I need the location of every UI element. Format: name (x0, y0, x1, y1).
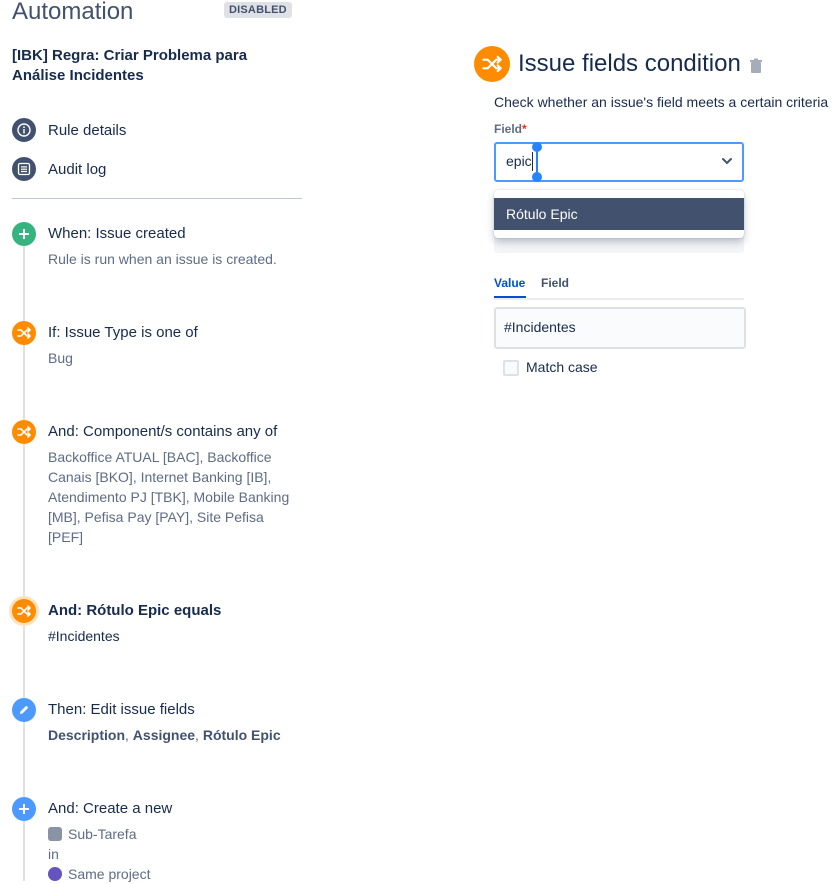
rule-details-label: Rule details (48, 121, 127, 139)
field-label: Field* (494, 122, 527, 136)
rule-details-link[interactable]: Rule details (12, 118, 126, 142)
shuffle-icon (12, 420, 36, 444)
active-tab-indicator (494, 296, 526, 298)
project-avatar-icon (48, 867, 62, 881)
step-description: #Incidentes (48, 628, 120, 644)
field-select-value: epic (506, 153, 532, 169)
match-case-checkbox[interactable] (503, 360, 519, 376)
panel-description: Check whether an issue's field meets a c… (494, 94, 829, 110)
step-condition-rotulo-epic[interactable]: And: Rótulo Epic equals #Incidentes (12, 599, 302, 644)
step-action-create[interactable]: And: Create a new Sub-Tarefa in Same pro… (12, 797, 302, 884)
chevron-down-icon[interactable] (720, 154, 734, 168)
project-line: Same project (48, 864, 298, 884)
step-title: And: Create a new (48, 800, 173, 817)
field-label-text: Field (494, 122, 523, 136)
selection-handle-bottom[interactable] (532, 172, 542, 182)
list-icon (12, 157, 36, 181)
trash-icon[interactable] (749, 58, 763, 74)
selection-handle-stem (536, 150, 538, 174)
step-title: Then: Edit issue fields (48, 701, 195, 718)
tab-field[interactable]: Field (541, 276, 569, 290)
step-action-edit[interactable]: Then: Edit issue fields Description, Ass… (12, 698, 302, 743)
step-description: Bug (48, 350, 73, 366)
project-name: Same project (68, 866, 151, 882)
status-badge: DISABLED (224, 2, 292, 18)
step-description: Rule is run when an issue is created. (48, 251, 277, 267)
pencil-icon (12, 698, 36, 722)
step-description: Backoffice ATUAL [BAC], Backoffice Canai… (48, 449, 290, 545)
step-title: And: Rótulo Epic equals (48, 602, 222, 619)
audit-log-link[interactable]: Audit log (12, 157, 106, 181)
step-title: And: Component/s contains any of (48, 423, 278, 440)
separator: , (125, 727, 133, 743)
audit-log-label: Audit log (48, 160, 107, 178)
info-icon (12, 118, 36, 142)
in-label: in (48, 846, 59, 862)
value-input-text: #Incidentes (504, 319, 576, 335)
step-description: Description, Assignee, Rótulo Epic (48, 725, 298, 745)
value-input[interactable]: #Incidentes (494, 307, 746, 349)
field-dropdown-menu: Rótulo Epic (494, 190, 744, 238)
text-caret (532, 152, 533, 171)
panel-title: Issue fields condition (518, 50, 741, 77)
value-field-tabs: Value Field (494, 274, 744, 300)
step-title: If: Issue Type is one of (48, 324, 198, 341)
step-title: When: Issue created (48, 225, 186, 242)
field-rotulo-epic: Rótulo Epic (202, 727, 281, 743)
step-condition-issue-type[interactable]: If: Issue Type is one of Bug (12, 321, 302, 366)
separator: , (195, 727, 203, 743)
rule-name: [IBK] Regra: Criar Problema para Análise… (12, 47, 248, 84)
field-assignee: Assignee (132, 727, 196, 743)
shuffle-icon (12, 599, 36, 623)
tab-value[interactable]: Value (494, 276, 525, 290)
divider (12, 198, 302, 199)
selection-handle-top[interactable] (532, 142, 542, 152)
plus-icon (12, 797, 36, 821)
step-condition-components[interactable]: And: Component/s contains any of Backoff… (12, 420, 302, 550)
issue-type-line: Sub-Tarefa (48, 824, 298, 844)
plus-icon (12, 222, 36, 246)
subtask-icon (48, 827, 62, 841)
step-trigger[interactable]: When: Issue created Rule is run when an … (12, 222, 302, 267)
field-description: Description (48, 727, 126, 743)
issue-type: Sub-Tarefa (68, 826, 137, 842)
step-description: Sub-Tarefa in Same project (48, 824, 298, 884)
required-mark: * (522, 122, 527, 136)
page-title: Automation (12, 0, 134, 25)
match-case-label: Match case (526, 359, 598, 375)
shuffle-icon (474, 46, 510, 82)
shuffle-icon (12, 321, 36, 345)
dropdown-option[interactable]: Rótulo Epic (494, 198, 744, 230)
